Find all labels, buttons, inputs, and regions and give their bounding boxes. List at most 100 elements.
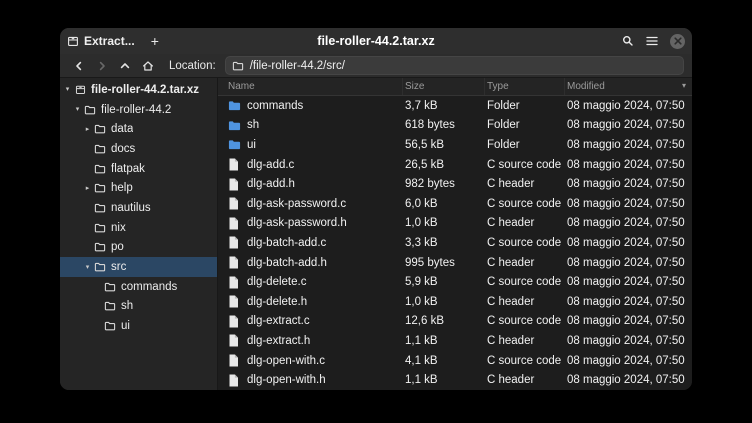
file-name: dlg-add.c xyxy=(247,159,294,171)
file-name: dlg-delete.c xyxy=(247,276,306,288)
column-header-size[interactable]: Size xyxy=(403,78,485,95)
sidebar-item-file-roller-44.2.tar.xz[interactable]: ▾ file-roller-44.2.tar.xz xyxy=(60,80,217,100)
sidebar-item-label: data xyxy=(111,123,133,135)
table-row[interactable]: dlg-delete.h 1,0 kB C header 08 maggio 2… xyxy=(218,292,692,312)
sidebar-item-file-roller-44.2[interactable]: ▾ file-roller-44.2 xyxy=(60,100,217,120)
location-input[interactable]: /file-roller-44.2/src/ xyxy=(225,56,684,75)
file-size: 618 bytes xyxy=(403,119,485,131)
file-icon xyxy=(228,295,241,308)
forward-button[interactable] xyxy=(91,56,112,76)
table-row[interactable]: dlg-batch-add.c 3,3 kB C source code 08 … xyxy=(218,233,692,253)
file-icon xyxy=(228,354,241,367)
file-name: dlg-open-with.c xyxy=(247,355,325,367)
sidebar-item-help[interactable]: ▸ help xyxy=(60,178,217,198)
file-type: C header xyxy=(485,296,565,308)
file-modified: 08 maggio 2024, 07:50 xyxy=(565,237,692,249)
file-name: dlg-batch-add.h xyxy=(247,257,327,269)
table-row[interactable]: dlg-extract.h 1,1 kB C header 08 maggio … xyxy=(218,331,692,351)
folder-icon xyxy=(103,281,117,293)
table-row[interactable]: dlg-open-with.c 4,1 kB C source code 08 … xyxy=(218,351,692,371)
sidebar-item-commands[interactable]: commands xyxy=(60,277,217,297)
table-row[interactable]: commands 3,7 kB Folder 08 maggio 2024, 0… xyxy=(218,96,692,116)
sort-indicator-icon[interactable]: ▾ xyxy=(682,82,686,90)
table-row[interactable]: ui 56,5 kB Folder 08 maggio 2024, 07:50 xyxy=(218,135,692,155)
folder-icon xyxy=(93,182,107,194)
home-button[interactable] xyxy=(137,56,158,76)
archive-icon xyxy=(73,84,87,95)
expander-icon[interactable]: ▸ xyxy=(82,126,93,133)
sidebar-item-src[interactable]: ▾ src xyxy=(60,257,217,277)
search-button[interactable] xyxy=(622,35,634,47)
folder-icon xyxy=(93,202,107,214)
up-button[interactable] xyxy=(114,56,135,76)
file-modified: 08 maggio 2024, 07:50 xyxy=(565,198,692,210)
file-type: C header xyxy=(485,178,565,190)
file-modified: 08 maggio 2024, 07:50 xyxy=(565,335,692,347)
sidebar-item-docs[interactable]: docs xyxy=(60,139,217,159)
folder-icon xyxy=(93,143,107,155)
column-header-type[interactable]: Type xyxy=(485,78,565,95)
file-type: Folder xyxy=(485,139,565,151)
sidebar-item-label: commands xyxy=(121,281,177,293)
file-icon xyxy=(228,178,241,191)
file-name: sh xyxy=(247,119,259,131)
table-row[interactable]: dlg-ask-password.c 6,0 kB C source code … xyxy=(218,194,692,214)
table-row[interactable]: dlg-extract.c 12,6 kB C source code 08 m… xyxy=(218,312,692,332)
file-size: 995 bytes xyxy=(403,257,485,269)
file-table-body: commands 3,7 kB Folder 08 maggio 2024, 0… xyxy=(218,96,692,390)
file-size: 5,9 kB xyxy=(403,276,485,288)
archive-manager-window: file-roller-44.2.tar.xz Extract... + xyxy=(60,28,692,390)
table-row[interactable]: dlg-batch-add.h 995 bytes C header 08 ma… xyxy=(218,253,692,273)
file-type: C header xyxy=(485,335,565,347)
table-row[interactable]: dlg-ask-password.h 1,0 kB C header 08 ma… xyxy=(218,214,692,234)
sidebar-item-sh[interactable]: sh xyxy=(60,297,217,317)
table-row[interactable]: dlg-open-with.h 1,1 kB C header 08 maggi… xyxy=(218,370,692,390)
file-modified: 08 maggio 2024, 07:50 xyxy=(565,159,692,171)
sidebar-item-data[interactable]: ▸ data xyxy=(60,119,217,139)
sidebar-item-nautilus[interactable]: nautilus xyxy=(60,198,217,218)
table-row[interactable]: sh 618 bytes Folder 08 maggio 2024, 07:5… xyxy=(218,116,692,136)
folder-icon xyxy=(228,138,241,151)
sidebar-item-ui[interactable]: ui xyxy=(60,316,217,336)
sidebar-item-label: src xyxy=(111,261,126,273)
file-size: 6,0 kB xyxy=(403,198,485,210)
file-modified: 08 maggio 2024, 07:50 xyxy=(565,355,692,367)
sidebar-item-nix[interactable]: nix xyxy=(60,218,217,238)
expander-icon[interactable]: ▸ xyxy=(82,185,93,192)
table-row[interactable]: dlg-add.c 26,5 kB C source code 08 maggi… xyxy=(218,155,692,175)
column-header-modified[interactable]: Modified xyxy=(565,78,692,95)
sidebar-item-label: file-roller-44.2 xyxy=(101,104,171,116)
sidebar-item-po[interactable]: po xyxy=(60,238,217,258)
hamburger-menu-icon xyxy=(646,36,658,46)
file-name: dlg-open-with.h xyxy=(247,374,326,386)
expander-icon[interactable]: ▾ xyxy=(72,106,83,113)
column-header-name[interactable]: Name xyxy=(218,78,403,95)
table-row[interactable]: dlg-add.h 982 bytes C header 08 maggio 2… xyxy=(218,174,692,194)
expander-icon[interactable]: ▾ xyxy=(82,264,93,271)
folder-icon xyxy=(232,60,244,72)
file-modified: 08 maggio 2024, 07:50 xyxy=(565,178,692,190)
file-type: C header xyxy=(485,217,565,229)
file-icon xyxy=(228,158,241,171)
file-icon xyxy=(228,276,241,289)
file-name: dlg-ask-password.c xyxy=(247,198,346,210)
file-size: 4,1 kB xyxy=(403,355,485,367)
sidebar-item-flatpak[interactable]: flatpak xyxy=(60,159,217,179)
file-modified: 08 maggio 2024, 07:50 xyxy=(565,217,692,229)
home-icon xyxy=(142,60,154,72)
file-size: 982 bytes xyxy=(403,178,485,190)
folder-icon xyxy=(93,222,107,234)
expander-icon[interactable]: ▾ xyxy=(62,86,73,93)
table-row[interactable]: dlg-delete.c 5,9 kB C source code 08 mag… xyxy=(218,272,692,292)
sidebar-item-label: po xyxy=(111,241,124,253)
close-button[interactable] xyxy=(670,34,685,49)
back-button[interactable] xyxy=(68,56,89,76)
window-title: file-roller-44.2.tar.xz xyxy=(160,34,592,48)
sidebar-item-label: nix xyxy=(111,222,126,234)
sidebar-item-label: ui xyxy=(121,320,130,332)
table-header: Name Size Type Modified ▾ xyxy=(218,78,692,96)
extract-button[interactable]: Extract... xyxy=(67,34,135,48)
menu-button[interactable] xyxy=(646,36,658,46)
file-type: C source code xyxy=(485,198,565,210)
add-files-button[interactable]: + xyxy=(145,32,165,50)
